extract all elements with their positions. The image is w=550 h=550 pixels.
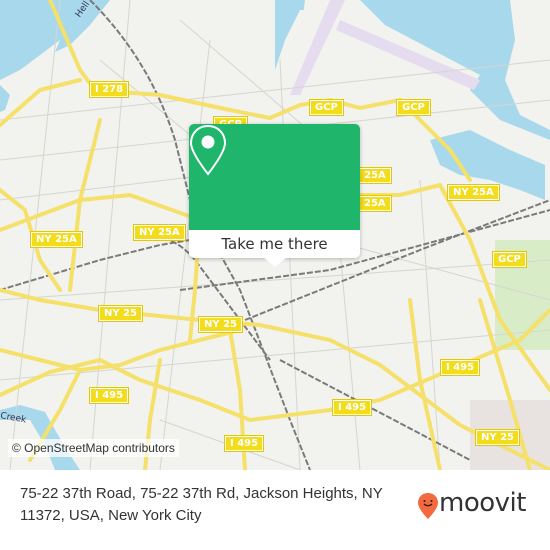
water-left-inlet xyxy=(0,85,10,112)
route-shield-i278: I 278 xyxy=(88,81,130,98)
route-shield-ny25a: NY 25A xyxy=(447,184,500,201)
footer: 75-22 37th Road, 75-22 37th Rd, Jackson … xyxy=(0,470,550,550)
take-me-there-button[interactable]: Take me there xyxy=(189,230,360,258)
address-text: 75-22 37th Road, 75-22 37th Rd, Jackson … xyxy=(20,485,383,524)
route-shield-i495: I 495 xyxy=(88,387,130,404)
route-shield-ny25: NY 25 xyxy=(97,305,144,322)
location-popup[interactable]: Take me there xyxy=(189,124,360,267)
popup-header xyxy=(189,124,360,230)
route-shield-gcp: GCP xyxy=(492,251,527,268)
map-pin-icon xyxy=(189,124,227,176)
route-shield-i495: I 495 xyxy=(439,359,481,376)
route-shield-i495: I 495 xyxy=(223,435,265,452)
map-attribution[interactable]: © OpenStreetMap contributors xyxy=(8,439,179,457)
route-shield-ny25a: 25A xyxy=(358,195,392,212)
map[interactable]: Hell Gate Creek I 278 GCP GCP GCP GCP NY… xyxy=(0,0,550,470)
moovit-smiley-pin-icon xyxy=(418,493,438,519)
route-shield-ny25a: NY 25A xyxy=(133,224,186,241)
route-shield-ny25a: NY 25A xyxy=(30,231,83,248)
route-shield-gcp: GCP xyxy=(396,99,431,116)
popup-tail xyxy=(263,257,287,267)
route-shield-i495: I 495 xyxy=(331,399,373,416)
moovit-wordmark: moovit xyxy=(439,488,526,518)
route-shield-gcp: GCP xyxy=(309,99,344,116)
route-shield-ny25: NY 25 xyxy=(197,316,244,333)
route-shield-ny25: NY 25 xyxy=(474,429,521,446)
